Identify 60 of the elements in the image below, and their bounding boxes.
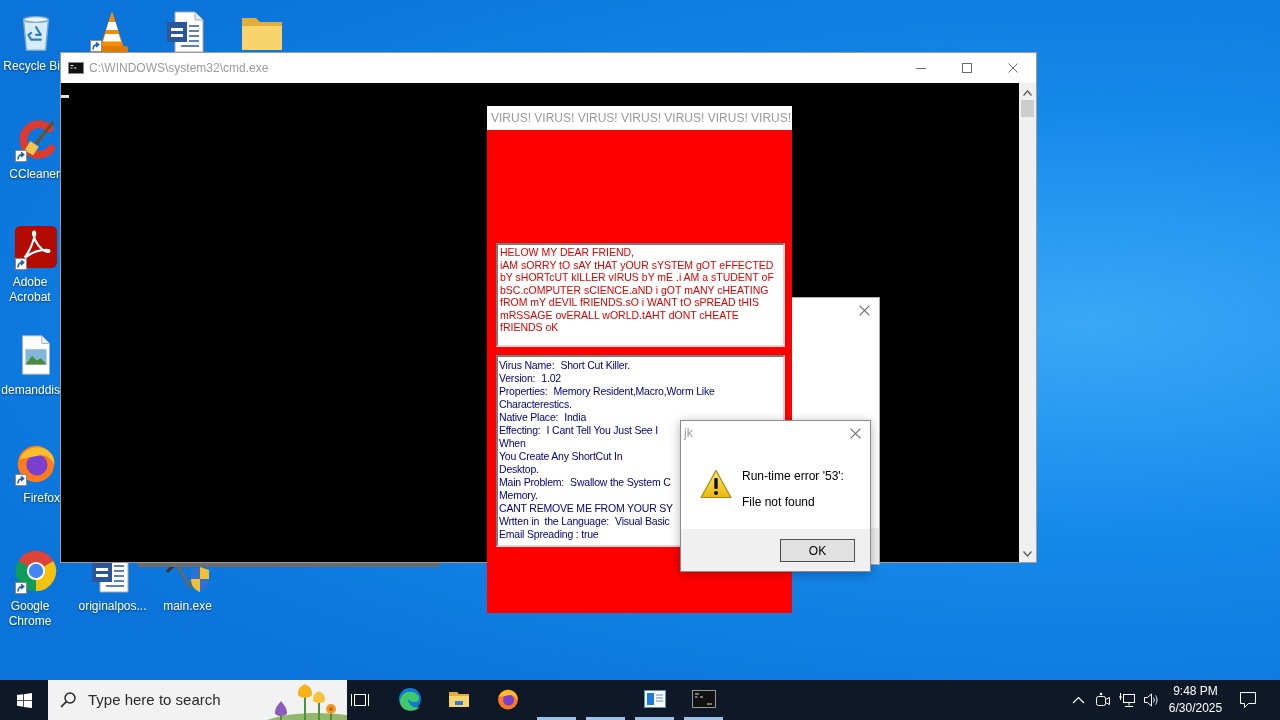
swirl-icon[interactable] (397, 686, 422, 711)
detail-text: CANT REMOVE ME FROM YOUR SY (499, 502, 673, 515)
detail-label: Effecting: (499, 424, 541, 437)
detail-label: Native Place: (499, 411, 559, 424)
detail-value: Swallow the System C (570, 476, 671, 489)
search-box[interactable]: Type here to search (48, 680, 347, 720)
clock-date: 6/30/2025 (1168, 700, 1223, 717)
console-icon (68, 62, 84, 74)
icon-label[interactable]: main.exe (163, 599, 212, 614)
detail-label: Wrtten in the Language: (499, 515, 609, 528)
chevron-up-icon[interactable] (1072, 695, 1085, 705)
ok-button[interactable]: OK (780, 539, 855, 562)
detail-value: I Cant Tell You Just See I (546, 424, 658, 437)
window-title: VIRUS! VIRUS! VIRUS! VIRUS! VIRUS! VIRUS! VIRUS! (491, 110, 792, 127)
detail-label: Properties: (499, 385, 548, 398)
detail-text: Characterestics. (499, 398, 572, 411)
detail-value: India (564, 411, 587, 424)
icon-label[interactable]: Firefox (23, 491, 60, 506)
network-icon[interactable] (1119, 692, 1135, 708)
window-title: C:\WINDOWS\system32\cmd.exe (89, 60, 269, 77)
detail-text: You Create Any ShortCut In (499, 450, 623, 463)
notification-icon[interactable] (1239, 691, 1257, 709)
scroll-up-icon[interactable] (1023, 90, 1032, 96)
icon-label[interactable]: Adobe Acrobat (0, 275, 60, 305)
detail-text: Memory. (499, 489, 538, 502)
scrollbar-thumb[interactable] (1021, 100, 1034, 117)
volume-icon[interactable] (1143, 692, 1159, 708)
detail-text: Desktop. (499, 463, 539, 476)
text-cursor (61, 95, 69, 98)
detail-value: Visual Basic (615, 515, 670, 528)
detail-value: 1.02 (541, 372, 561, 385)
icon-label[interactable]: Google Chrome (0, 599, 60, 629)
chrome-icon[interactable] (13, 548, 59, 594)
close-icon[interactable] (850, 427, 861, 439)
message-textbox[interactable]: HELOW MY DEAR FRIEND, iAM sORRY tO sAY tHAT yOUR sYSTEM gOT eFFECTED bY sHORTcUT kILLER vIRUS bY mE .i AM a sTUDENT oF bSC.cOMPUTER sCIENCE.aND i gOT mANY cHEATING fROM mY dEVIL fRIENDS.sO i WANT tO sPREAD tHIS mRSSAGE ovERALL wORLD.tAHT dONT cHEATE fRIENDS oK (496, 243, 785, 347)
detail-text: Email Spreading : true (499, 528, 599, 541)
windows-logo-icon[interactable] (16, 692, 32, 708)
detail-label: Virus Name: (499, 359, 555, 372)
detail-label: Main Problem: (499, 476, 565, 489)
maximize-icon[interactable] (962, 63, 972, 73)
error-heading: Run-time error '53': (742, 469, 844, 483)
icon-label[interactable]: CCleaner (9, 167, 60, 182)
warning-icon (700, 469, 732, 499)
error-message: File not found (742, 495, 816, 509)
icon-label[interactable]: demanddis (1, 383, 60, 398)
dialog-title: jk (684, 425, 693, 442)
task-view-icon[interactable] (350, 692, 370, 708)
icon-label[interactable]: Recycle Bi (3, 59, 60, 74)
camera-icon[interactable] (1095, 692, 1111, 708)
detail-text: When (499, 437, 526, 450)
clock-time: 9:48 PM (1173, 683, 1218, 700)
detail-label: Version: (499, 372, 536, 385)
close-icon[interactable] (859, 305, 870, 316)
icon-label[interactable]: originalpos... (78, 599, 147, 614)
search-icon (60, 692, 76, 708)
search-field[interactable]: Type here to search (88, 688, 267, 712)
scroll-down-icon[interactable] (1023, 551, 1032, 557)
close-icon[interactable] (1008, 63, 1018, 73)
detail-value: Short Cut Killer. (560, 359, 630, 372)
detail-value: Memory Resident,Macro,Worm Like (553, 385, 715, 398)
